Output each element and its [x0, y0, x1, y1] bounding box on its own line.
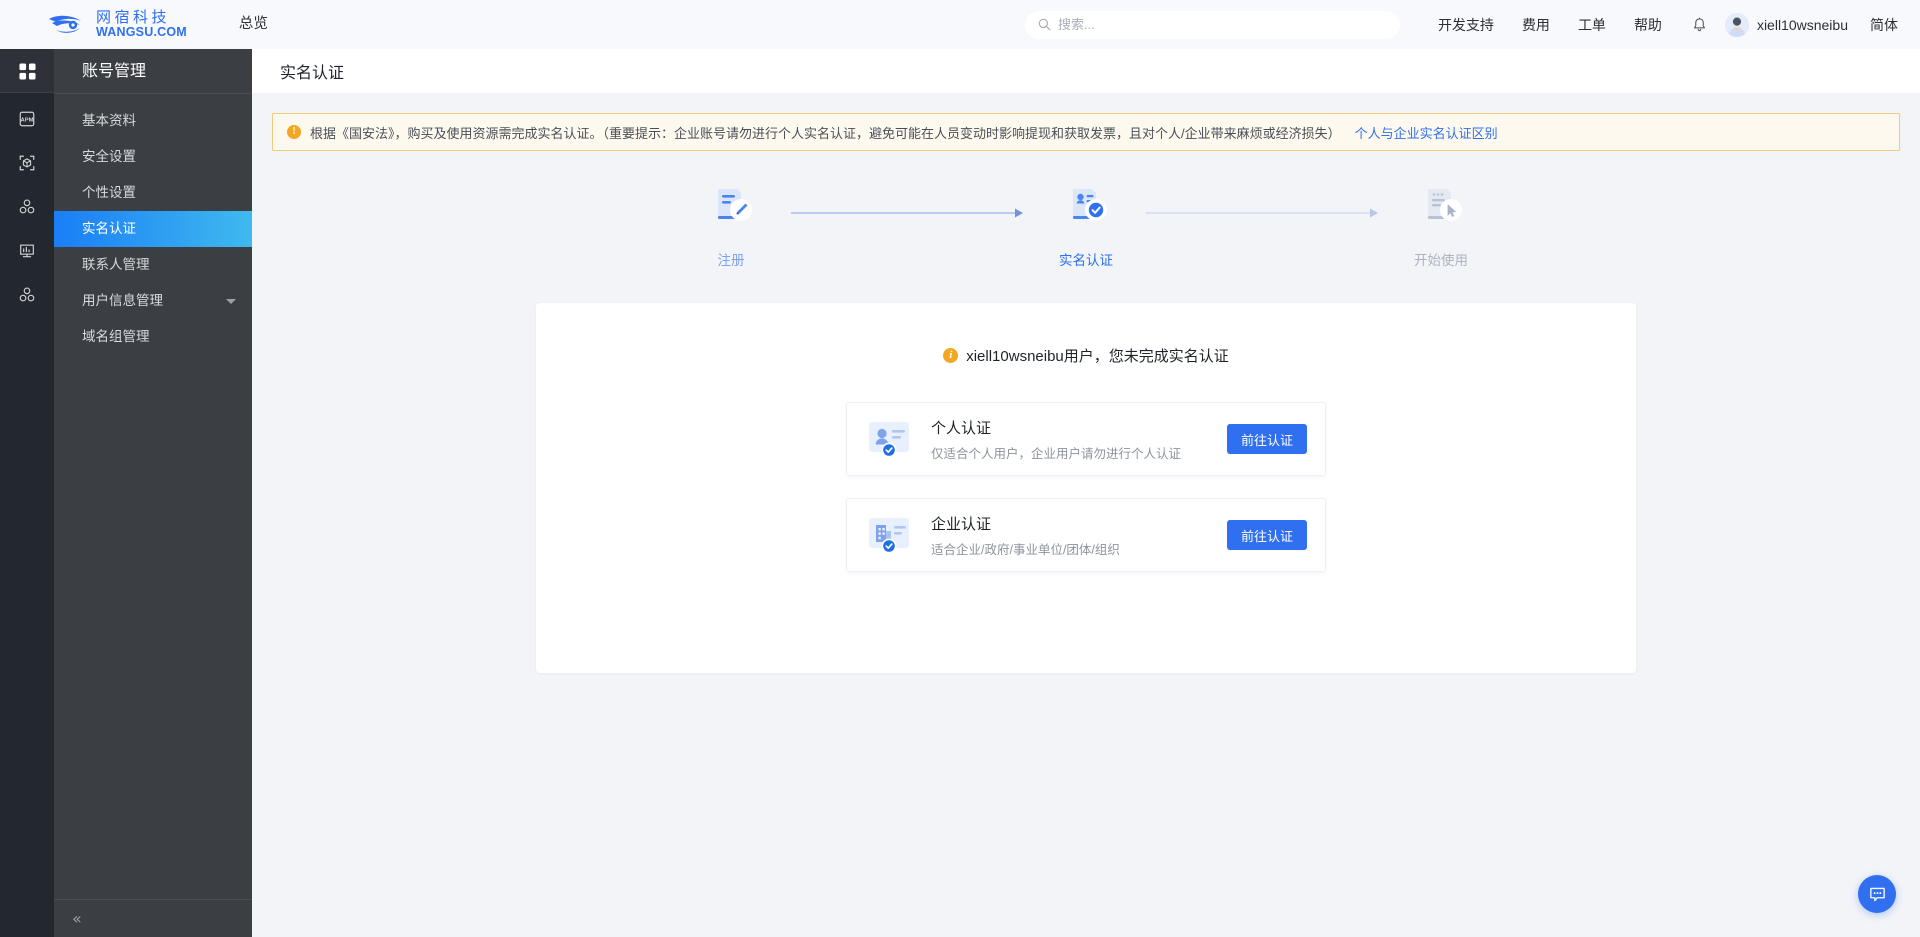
step-arrow-1 — [791, 206, 1026, 224]
arrow-right-icon — [1146, 208, 1378, 218]
warning-exclamation-icon: ! — [287, 125, 301, 139]
card-notice-text: xiell10wsneibu用户，您未完成实名认证 — [966, 348, 1229, 365]
nodes-cluster-icon — [19, 199, 35, 214]
rail-item-nodes-cluster[interactable] — [0, 185, 54, 229]
option-enterprise-texts: 企业认证 适合企业/政府/事业单位/团体/组织 — [931, 513, 1227, 558]
sidebar-title: 账号管理 — [54, 49, 252, 94]
search-input[interactable] — [1057, 17, 1387, 32]
step-register: 注册 — [671, 177, 791, 269]
auth-option-list: 个人认证 仅适合个人用户，企业用户请勿进行个人认证 前往认证 企业认证 适合企业… — [846, 402, 1326, 572]
option-personal-title: 个人认证 — [931, 419, 992, 437]
nav-overview[interactable]: 总览 — [239, 0, 268, 49]
info-icon: i — [943, 348, 959, 363]
company-building-badge-icon — [869, 518, 909, 554]
cube-scan-icon — [19, 155, 35, 171]
sidebar-item-personal-settings[interactable]: 个性设置 — [54, 175, 252, 211]
rail-item-apm[interactable]: APM — [0, 97, 54, 141]
go-to-enterprise-auth-button[interactable]: 前往认证 — [1226, 520, 1307, 550]
person-id-badge-icon — [869, 422, 909, 458]
nav-link-help[interactable]: 帮助 — [1634, 15, 1662, 35]
brand-logo[interactable]: 网宿科技 WANGSU.COM — [48, 0, 187, 49]
option-personal-auth[interactable]: 个人认证 仅适合个人用户，企业用户请勿进行个人认证 前往认证 — [846, 402, 1326, 476]
option-enterprise-title: 企业认证 — [931, 515, 992, 533]
warning-banner-text: 根据《国安法》，购买及使用资源需完成实名认证。（重要提示：企业账号请勿进行个人实… — [310, 125, 1341, 141]
svg-text:APM: APM — [21, 118, 34, 124]
sidebar-item-basic-info[interactable]: 基本资料 — [54, 103, 252, 139]
step-start-icon-wrap — [1415, 177, 1467, 235]
search-icon — [1038, 18, 1051, 31]
chevron-down-icon — [226, 298, 236, 304]
main-content: 实名认证 ! 根据《国安法》，购买及使用资源需完成实名认证。（重要提示：企业账号… — [252, 49, 1920, 937]
logo-text-en: WANGSU.COM — [96, 25, 187, 39]
nodes-cluster-2-icon — [19, 287, 35, 302]
step-start-using: 开始使用 — [1381, 177, 1501, 269]
id-card-check-icon — [1073, 189, 1107, 221]
go-to-personal-auth-button[interactable]: 前往认证 — [1226, 424, 1307, 454]
sidebar-menu: 基本资料 安全设置 个性设置 实名认证 联系人管理 用户信息管理 域名组管理 — [54, 94, 252, 899]
sidebar-item-domain-group[interactable]: 域名组管理 — [54, 319, 252, 355]
nav-link-dev-support[interactable]: 开发支持 — [1438, 15, 1494, 35]
rail-item-monitor-chart[interactable] — [0, 229, 54, 273]
card-notice: i xiell10wsneibu用户，您未完成实名认证 — [536, 345, 1636, 366]
bell-icon — [1693, 16, 1705, 31]
sidebar-item-contacts[interactable]: 联系人管理 — [54, 247, 252, 283]
register-doc-pencil-icon — [718, 189, 752, 221]
dashboard-grid-icon — [18, 62, 36, 80]
top-header: 网宿科技 WANGSU.COM 总览 开发支持 费用 工单 帮助 — [0, 0, 1920, 49]
language-switcher[interactable]: 简体 — [1870, 15, 1898, 35]
option-enterprise-desc: 适合企业/政府/事业单位/团体/组织 — [931, 542, 1120, 557]
step-auth-label: 实名认证 — [1059, 253, 1113, 268]
sidebar-item-label: 基本资料 — [82, 113, 136, 128]
header-right-group: 开发支持 费用 工单 帮助 xiell10wsneibu 简体 — [1024, 0, 1920, 49]
step-register-icon-wrap — [705, 177, 757, 235]
step-register-label: 注册 — [717, 253, 745, 268]
content-padding: ! 根据《国安法》，购买及使用资源需完成实名认证。（重要提示：企业账号请勿进行个… — [252, 93, 1920, 673]
progress-stepper: 注册 实名认证 开始使用 — [272, 177, 1900, 269]
rail-item-dashboard[interactable] — [0, 49, 54, 93]
nav-link-billing[interactable]: 费用 — [1522, 15, 1550, 35]
step-auth-icon-wrap — [1060, 177, 1112, 235]
sidebar-item-label: 域名组管理 — [82, 329, 150, 344]
screen-cursor-icon — [1428, 189, 1462, 221]
step-real-name-auth: 实名认证 — [1026, 177, 1146, 269]
option-personal-desc: 仅适合个人用户，企业用户请勿进行个人认证 — [931, 446, 1182, 461]
option-personal-texts: 个人认证 仅适合个人用户，企业用户请勿进行个人认证 — [931, 417, 1227, 462]
sidebar-item-user-info-management[interactable]: 用户信息管理 — [54, 283, 252, 319]
sidebar-item-label: 安全设置 — [82, 149, 136, 164]
apm-icon: APM — [19, 111, 35, 127]
avatar[interactable] — [1724, 12, 1749, 37]
page-header: 实名认证 — [252, 49, 1920, 93]
option-enterprise-auth[interactable]: 企业认证 适合企业/政府/事业单位/团体/组织 前往认证 — [846, 498, 1326, 572]
sidebar-collapse-button[interactable]: « — [54, 899, 252, 937]
sidebar: 账号管理 基本资料 安全设置 个性设置 实名认证 联系人管理 用户信息管理 域名… — [54, 49, 252, 937]
user-name[interactable]: xiell10wsneibu — [1757, 17, 1848, 33]
sidebar-item-label: 用户信息管理 — [82, 293, 163, 308]
chat-support-button[interactable] — [1858, 875, 1896, 913]
nav-link-tickets[interactable]: 工单 — [1578, 15, 1606, 35]
sidebar-item-real-name-auth[interactable]: 实名认证 — [54, 211, 252, 247]
monitor-chart-icon — [20, 244, 34, 258]
auth-difference-link[interactable]: 个人与企业实名认证区别 — [1355, 123, 1498, 142]
sidebar-item-label: 联系人管理 — [82, 257, 150, 272]
step-arrow-2 — [1146, 206, 1381, 224]
search-box[interactable] — [1024, 10, 1400, 39]
rail-item-nodes-cluster-2[interactable] — [0, 273, 54, 317]
icon-rail: APM — [0, 49, 54, 937]
step-start-label: 开始使用 — [1414, 253, 1468, 268]
notifications-button[interactable] — [1692, 16, 1707, 33]
arrow-right-icon — [791, 208, 1023, 218]
logo-text-cn: 网宿科技 — [96, 8, 171, 26]
sidebar-item-label: 实名认证 — [82, 221, 136, 236]
auth-card: i xiell10wsneibu用户，您未完成实名认证 个人认证 仅适合个人用户… — [536, 303, 1636, 673]
chat-bubble-icon — [1869, 887, 1885, 901]
page-title: 实名认证 — [280, 65, 345, 82]
chevron-double-left-icon: « — [72, 908, 82, 928]
warning-banner: ! 根据《国安法》，购买及使用资源需完成实名认证。（重要提示：企业账号请勿进行个… — [272, 113, 1900, 151]
avatar-person-icon — [1724, 12, 1749, 37]
sidebar-item-label: 个性设置 — [82, 185, 136, 200]
wangsu-swoosh-icon — [49, 15, 81, 33]
rail-item-cube-scan[interactable] — [0, 141, 54, 185]
sidebar-item-security-settings[interactable]: 安全设置 — [54, 139, 252, 175]
